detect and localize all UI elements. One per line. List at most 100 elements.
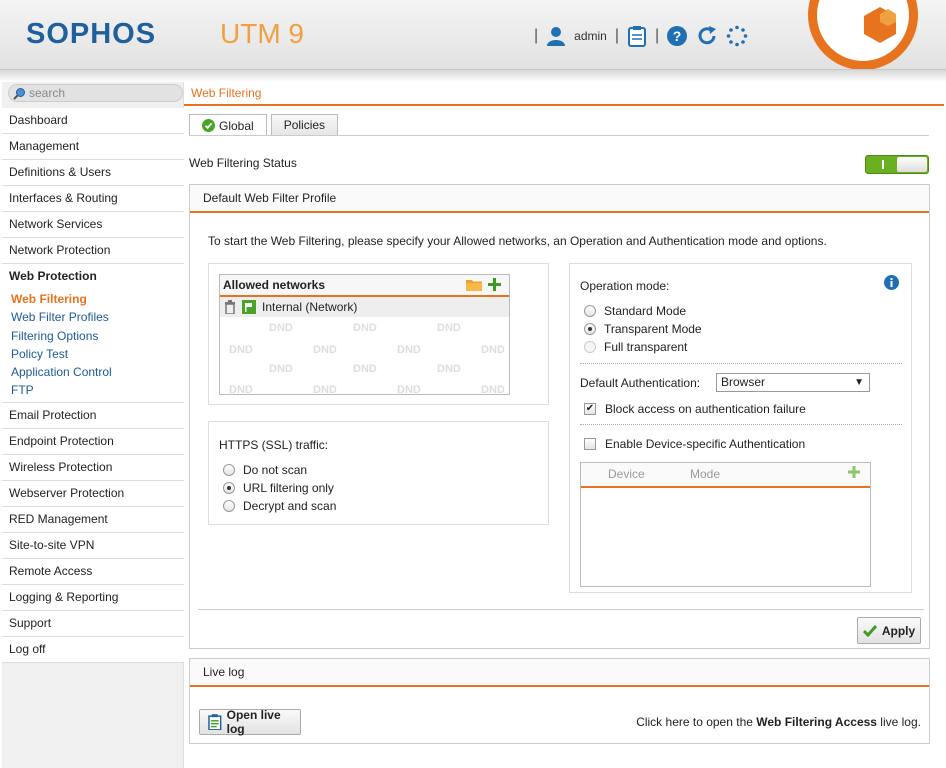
nav-webserver-protection[interactable]: Webserver Protection bbox=[2, 480, 184, 507]
list-actions bbox=[466, 278, 501, 291]
https-option-decrypt-scan[interactable]: Decrypt and scan bbox=[223, 499, 336, 513]
apply-button[interactable]: Apply bbox=[857, 617, 921, 644]
panel-title: Default Web Filter Profile bbox=[190, 185, 929, 213]
dnd-watermark: DND bbox=[481, 384, 505, 395]
hint-link-text[interactable]: Web Filtering Access bbox=[756, 715, 877, 729]
nav-logging-reporting[interactable]: Logging & Reporting bbox=[2, 584, 184, 611]
open-live-log-label: Open live log bbox=[226, 708, 281, 736]
subnav-filtering-options[interactable]: Filtering Options bbox=[11, 327, 184, 345]
open-live-log-button[interactable]: Open live log bbox=[199, 708, 301, 736]
allowed-networks-list[interactable]: Allowed networks Internal (Network) DND … bbox=[219, 274, 510, 395]
radio-button-disabled[interactable] bbox=[584, 341, 596, 353]
tab-policies[interactable]: Policies bbox=[270, 114, 339, 135]
nav-red-management[interactable]: RED Management bbox=[2, 506, 184, 533]
reload-icon[interactable] bbox=[695, 24, 719, 48]
nav-management[interactable]: Management bbox=[2, 134, 184, 160]
web-protection-subnav: Web Filtering Web Filter Profiles Filter… bbox=[2, 290, 184, 403]
device-table[interactable]: Device Mode bbox=[580, 462, 871, 587]
https-traffic-section: HTTPS (SSL) traffic: Do not scan URL fil… bbox=[208, 421, 549, 525]
subnav-ftp[interactable]: FTP bbox=[11, 381, 184, 399]
device-auth-option[interactable]: Enable Device-specific Authentication bbox=[584, 437, 805, 451]
info-icon[interactable] bbox=[884, 275, 899, 290]
radio-button[interactable] bbox=[584, 305, 596, 317]
dnd-watermark: DND bbox=[397, 384, 421, 395]
dnd-watermark: DND bbox=[313, 384, 337, 395]
column-mode: Mode bbox=[690, 467, 721, 481]
check-circle-icon bbox=[202, 119, 215, 132]
divider bbox=[580, 424, 902, 425]
allowed-networks-title: Allowed networks bbox=[223, 278, 326, 292]
default-auth-value: Browser bbox=[721, 375, 766, 389]
nav-remote-access[interactable]: Remote Access bbox=[2, 558, 184, 585]
nav-wireless-protection[interactable]: Wireless Protection bbox=[2, 454, 184, 481]
mode-option-standard[interactable]: Standard Mode bbox=[584, 304, 686, 318]
subnav-web-filtering[interactable]: Web Filtering bbox=[11, 290, 184, 308]
network-entry-label: Internal (Network) bbox=[262, 300, 358, 314]
hint-text: Click here to open the bbox=[636, 715, 757, 729]
breadcrumb: Web Filtering bbox=[184, 82, 944, 106]
dnd-watermark: DND bbox=[269, 363, 293, 375]
radio-label: Full transparent bbox=[604, 340, 688, 354]
allowed-networks-header: Allowed networks bbox=[220, 275, 509, 297]
web-filtering-status-toggle[interactable] bbox=[865, 155, 929, 174]
operation-mode-section: Operation mode: Standard Mode Transparen… bbox=[569, 263, 912, 593]
mode-option-full-transparent[interactable]: Full transparent bbox=[584, 340, 687, 354]
nav-network-protection[interactable]: Network Protection bbox=[2, 238, 184, 264]
app-header: SOPHOS UTM 9 | admin | | ? bbox=[0, 0, 946, 70]
folder-icon[interactable] bbox=[466, 278, 482, 291]
default-auth-label: Default Authentication: bbox=[580, 376, 701, 390]
dnd-watermark: DND bbox=[353, 363, 377, 375]
radio-button-selected[interactable] bbox=[584, 323, 596, 335]
dnd-watermark: DND bbox=[313, 344, 337, 356]
sophos-logo: SOPHOS bbox=[26, 18, 157, 50]
clipboard-icon[interactable] bbox=[625, 24, 649, 48]
radio-button[interactable] bbox=[223, 464, 235, 476]
spinner-icon bbox=[725, 24, 749, 48]
nav-interfaces-routing[interactable]: Interfaces & Routing bbox=[2, 186, 184, 212]
tab-global[interactable]: Global bbox=[189, 114, 267, 136]
operation-mode-title: Operation mode: bbox=[580, 279, 670, 293]
nav-endpoint-protection[interactable]: Endpoint Protection bbox=[2, 428, 184, 455]
dnd-watermark: DND bbox=[397, 344, 421, 356]
network-entry[interactable]: Internal (Network) bbox=[220, 297, 509, 317]
nav-email-protection[interactable]: Email Protection bbox=[2, 402, 184, 429]
brand-hex-graphic bbox=[864, 7, 896, 43]
tab-divider bbox=[189, 135, 929, 136]
https-option-do-not-scan[interactable]: Do not scan bbox=[223, 463, 307, 477]
add-icon[interactable] bbox=[848, 463, 860, 486]
nav-definitions-users[interactable]: Definitions & Users bbox=[2, 160, 184, 186]
user-icon[interactable] bbox=[544, 24, 568, 48]
radio-button[interactable] bbox=[223, 500, 235, 512]
nav-network-services[interactable]: Network Services bbox=[2, 212, 184, 238]
block-access-option[interactable]: ✔ Block access on authentication failure bbox=[584, 402, 806, 416]
dnd-watermark: DND bbox=[481, 344, 505, 356]
trash-icon[interactable] bbox=[224, 300, 236, 314]
subnav-web-filter-profiles[interactable]: Web Filter Profiles bbox=[11, 308, 184, 326]
nav-dashboard[interactable]: Dashboard bbox=[2, 108, 184, 134]
help-icon[interactable]: ? bbox=[665, 24, 689, 48]
mode-option-transparent[interactable]: Transparent Mode bbox=[584, 322, 702, 336]
divider bbox=[198, 609, 924, 610]
add-icon[interactable] bbox=[488, 278, 501, 291]
default-auth-select[interactable]: Browser ▼ bbox=[716, 373, 870, 392]
block-access-checkbox[interactable]: ✔ bbox=[584, 403, 596, 415]
dnd-watermark: DND bbox=[269, 322, 293, 334]
log-document-icon bbox=[208, 714, 222, 730]
nav-web-protection[interactable]: Web Protection bbox=[2, 264, 184, 290]
nav-log-off[interactable]: Log off bbox=[2, 636, 184, 663]
username-link[interactable]: admin bbox=[574, 29, 607, 43]
radio-label: URL filtering only bbox=[243, 481, 334, 495]
subnav-application-control[interactable]: Application Control bbox=[11, 363, 184, 381]
panel-title: Live log bbox=[190, 659, 929, 687]
https-option-url-filtering[interactable]: URL filtering only bbox=[223, 481, 334, 495]
nav-site-to-site-vpn[interactable]: Site-to-site VPN bbox=[2, 532, 184, 559]
device-auth-checkbox[interactable] bbox=[584, 438, 596, 450]
radio-button-selected[interactable] bbox=[223, 482, 235, 494]
main-content: Web Filtering Global Policies Web Filter… bbox=[184, 82, 944, 768]
subnav-policy-test[interactable]: Policy Test bbox=[11, 345, 184, 363]
svg-text:?: ? bbox=[673, 28, 682, 44]
dnd-watermark: DND bbox=[229, 344, 253, 356]
search-input[interactable]: search bbox=[8, 84, 183, 102]
live-log-panel: Live log Open live log Click here to ope… bbox=[189, 658, 930, 744]
nav-support[interactable]: Support bbox=[2, 610, 184, 637]
